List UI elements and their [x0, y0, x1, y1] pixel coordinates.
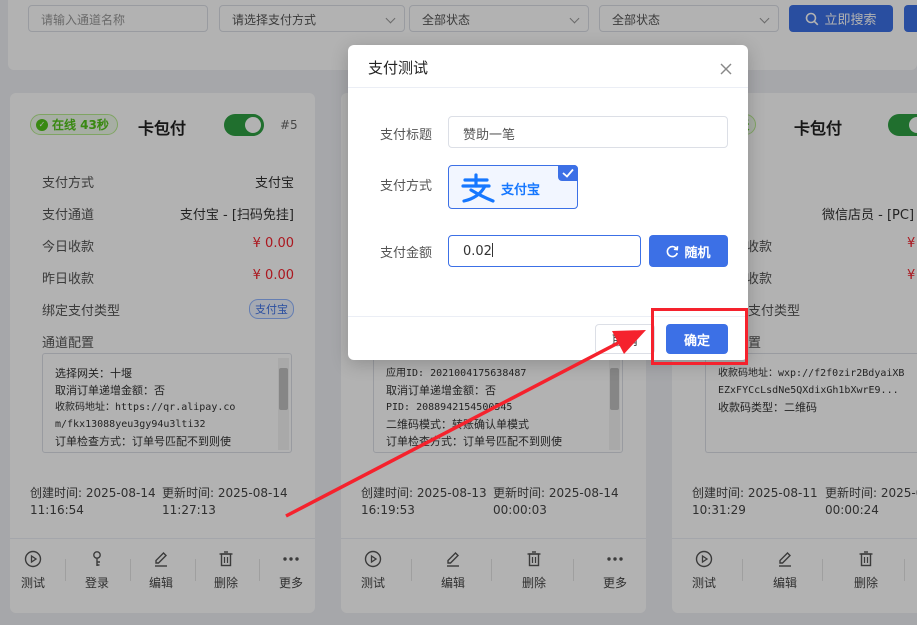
- refresh-icon: [667, 245, 679, 257]
- subject-input[interactable]: 赞助一笔: [448, 116, 728, 148]
- random-button[interactable]: 随机: [649, 235, 728, 267]
- dialog-title: 支付测试: [368, 59, 429, 77]
- alipay-logo-icon: [461, 173, 495, 203]
- random-button-label: 随机: [684, 245, 711, 261]
- close-icon[interactable]: [720, 63, 732, 75]
- text-cursor: [491, 243, 493, 257]
- alipay-option[interactable]: 支付宝: [448, 165, 578, 209]
- amount-value: 0.02: [463, 244, 492, 259]
- amount-input[interactable]: 0.02: [448, 235, 641, 267]
- amount-label: 支付金额: [380, 246, 433, 261]
- payment-channel-page: 请输入通道名称 请选择支付方式 全部状态 全部状态 立即搜索 ✓ 在线 43秒 卡…: [0, 0, 917, 625]
- divider: [348, 87, 748, 88]
- check-icon: [562, 168, 574, 178]
- method-label: 支付方式: [380, 179, 433, 194]
- cancel-button[interactable]: 取消: [595, 324, 655, 354]
- alipay-option-label: 支付宝: [501, 183, 541, 198]
- annotation-highlight-box: [651, 308, 748, 365]
- subject-label: 支付标题: [380, 128, 433, 143]
- selected-corner: [558, 165, 578, 181]
